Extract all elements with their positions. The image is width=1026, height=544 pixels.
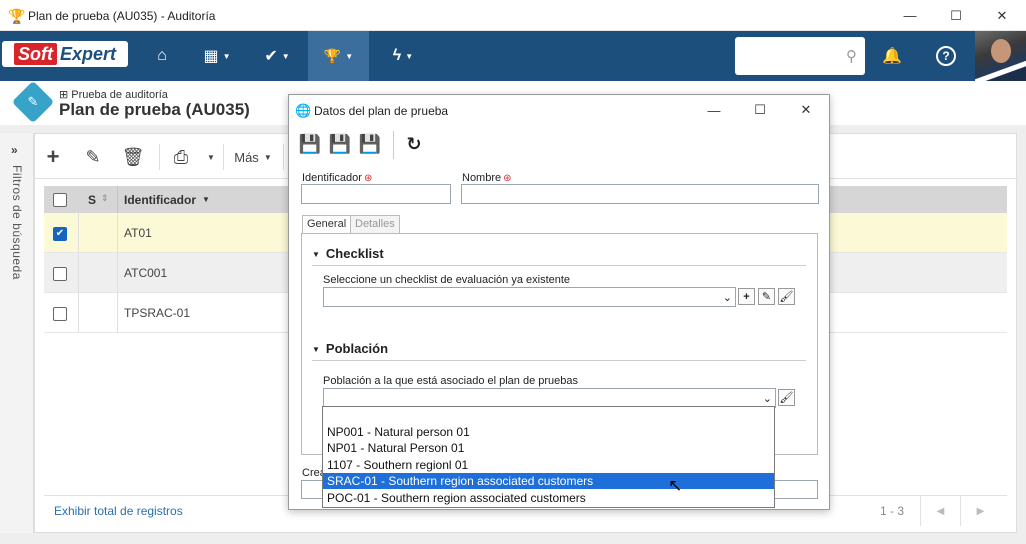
caret-down-icon: ▼ bbox=[263, 152, 272, 162]
page-title: Plan de prueba (AU035) bbox=[59, 100, 250, 119]
nombre-field[interactable] bbox=[461, 184, 819, 204]
trophy-icon: 🏆 bbox=[323, 47, 342, 64]
mouse-cursor-icon: ↖ bbox=[668, 476, 683, 495]
tab-detalles[interactable]: Detalles bbox=[350, 215, 400, 233]
top-navigation: Soft Expert ⌂ ▦ ▼ ✔ ▼ 🏆 ▼ ϟ ▼ ⚲ 🔔 ? bbox=[0, 31, 1026, 81]
dropdown-option[interactable]: NP01 - Natural Person 01 bbox=[323, 440, 774, 456]
row-checkbox[interactable]: ✔ bbox=[53, 227, 67, 241]
sort-desc-icon[interactable]: ▼ bbox=[202, 195, 210, 204]
search-filter-panel[interactable]: » Filtros de búsqueda bbox=[0, 133, 34, 533]
poblacion-section-header[interactable]: ▼ Población bbox=[312, 341, 388, 356]
close-button[interactable]: ✕ bbox=[979, 0, 1025, 31]
next-page-icon[interactable]: ▶ bbox=[960, 496, 1000, 526]
dropdown-option[interactable] bbox=[323, 407, 774, 423]
checklist-select[interactable]: ⌄ bbox=[323, 287, 736, 307]
dialog-title: Datos del plan de prueba bbox=[314, 104, 449, 118]
column-identificador-header[interactable]: Identificador bbox=[124, 193, 196, 207]
caret-down-icon: ▼ bbox=[222, 51, 231, 61]
row-identifier: TPSRAC-01 bbox=[124, 306, 191, 320]
trophy-icon: 🏆 bbox=[8, 8, 26, 24]
logo-soft-text: Soft bbox=[13, 43, 57, 65]
select-all-checkbox[interactable] bbox=[53, 193, 67, 207]
collapse-triangle-icon: ▼ bbox=[312, 250, 320, 260]
window-titlebar: 🏆 Plan de prueba (AU035) - Auditoría — ☐… bbox=[0, 0, 1026, 31]
more-button[interactable]: Más ▼ bbox=[231, 142, 275, 172]
dialog-maximize-button[interactable]: ☐ bbox=[737, 95, 783, 125]
identificador-label: Identificador ⊛ bbox=[302, 172, 373, 184]
home-icon[interactable]: ⌂ bbox=[142, 31, 182, 81]
chevron-down-icon: ⌄ bbox=[722, 292, 732, 304]
add-icon[interactable]: + bbox=[39, 142, 67, 172]
column-s-header[interactable]: S bbox=[88, 193, 96, 207]
check-icon: ✔ bbox=[264, 48, 278, 65]
tab-general[interactable]: General bbox=[302, 215, 352, 234]
help-button[interactable]: ? bbox=[926, 31, 966, 81]
edit-icon[interactable]: ✎ bbox=[79, 142, 107, 172]
poblacion-dropdown-list: NP001 - Natural person 01 NP01 - Natural… bbox=[322, 406, 775, 508]
dropdown-option[interactable]: 1107 - Southern regionl 01 bbox=[323, 457, 774, 473]
help-icon: ? bbox=[936, 46, 956, 66]
caret-down-icon: ▼ bbox=[281, 51, 290, 61]
dropdown-option[interactable]: POC-01 - Southern region associated cust… bbox=[323, 490, 774, 506]
search-icon: ⚲ bbox=[846, 48, 857, 65]
identificador-field[interactable] bbox=[301, 184, 451, 204]
softexpert-logo[interactable]: Soft Expert bbox=[2, 41, 128, 67]
globe-icon: 🌐 bbox=[295, 103, 312, 118]
collapse-triangle-icon: ▼ bbox=[312, 345, 320, 355]
previous-page-icon[interactable]: ◀ bbox=[920, 496, 960, 526]
caret-down-icon: ▼ bbox=[345, 51, 354, 61]
actions-menu[interactable]: ϟ ▼ bbox=[376, 31, 430, 81]
delete-icon[interactable]: 🗑 bbox=[119, 142, 147, 172]
row-identifier: AT01 bbox=[124, 226, 152, 240]
bell-icon[interactable]: 🔔 bbox=[872, 31, 912, 81]
save-icon[interactable]: 💾 bbox=[327, 131, 353, 157]
nombre-label: Nombre ⊛ bbox=[462, 172, 512, 184]
row-checkbox[interactable] bbox=[53, 307, 67, 321]
required-icon: ⊛ bbox=[363, 173, 373, 184]
chevron-down-icon: ⌄ bbox=[762, 393, 772, 405]
dropdown-option-highlighted[interactable]: SRAC-01 - Southern region associated cus… bbox=[323, 473, 774, 489]
filter-panel-label: Filtros de búsqueda bbox=[10, 165, 24, 280]
required-icon: ⊛ bbox=[503, 173, 512, 184]
minimize-button[interactable]: — bbox=[887, 0, 933, 31]
poblacion-select[interactable]: ⌄ bbox=[323, 388, 776, 408]
poblacion-field-label: Población a la que está asociado el plan… bbox=[323, 375, 579, 387]
checklist-section-header[interactable]: ▼ Checklist bbox=[312, 246, 384, 261]
pagination-info: 1 - 3 bbox=[880, 504, 905, 518]
expand-chevron-icon[interactable]: » bbox=[11, 143, 18, 157]
clear-checklist-icon[interactable]: 🖌 bbox=[778, 288, 795, 305]
save-and-new-icon[interactable]: 💾 bbox=[297, 131, 323, 157]
clear-poblacion-icon[interactable]: 🖌 bbox=[778, 389, 795, 406]
row-checkbox[interactable] bbox=[53, 267, 67, 281]
audit-menu[interactable]: 🏆 ▼ bbox=[308, 31, 369, 81]
window-title: Plan de prueba (AU035) - Auditoría bbox=[28, 9, 216, 23]
edit-checklist-icon[interactable]: ✎ bbox=[758, 288, 775, 305]
lightning-icon: ϟ bbox=[392, 47, 402, 64]
maximize-button[interactable]: ☐ bbox=[933, 0, 979, 31]
dropdown-option[interactable]: NP001 - Natural person 01 bbox=[323, 424, 774, 440]
tasks-menu[interactable]: ✔ ▼ bbox=[250, 31, 304, 81]
checklist-field-label: Seleccione un checklist de evaluación ya… bbox=[323, 274, 571, 286]
avatar[interactable] bbox=[975, 31, 1026, 81]
save-and-close-icon[interactable]: 💾 bbox=[357, 131, 383, 157]
dashboard-menu[interactable]: ▦ ▼ bbox=[190, 31, 244, 81]
test-plan-icon: ✎ bbox=[11, 80, 55, 124]
refresh-icon[interactable]: ↻ bbox=[401, 131, 427, 157]
sort-icon[interactable]: ⇕ bbox=[101, 193, 109, 204]
add-checklist-icon[interactable]: + bbox=[738, 288, 755, 305]
row-identifier: ATC001 bbox=[124, 266, 168, 280]
dialog-close-button[interactable]: ✕ bbox=[783, 95, 829, 125]
more-label: Más bbox=[234, 149, 259, 165]
search-input[interactable]: ⚲ bbox=[735, 37, 865, 75]
show-total-records-link[interactable]: Exhibir total de registros bbox=[54, 504, 183, 518]
dashboard-icon: ▦ bbox=[203, 48, 219, 65]
logo-expert-text: Expert bbox=[59, 43, 117, 64]
dialog-titlebar: 🌐 Datos del plan de prueba — ☐ ✕ bbox=[289, 95, 829, 125]
print-dropdown-icon[interactable]: ▼ bbox=[203, 142, 219, 172]
dialog-toolbar: 💾 💾 💾 ↻ bbox=[289, 125, 829, 163]
dialog-minimize-button[interactable]: — bbox=[691, 95, 737, 125]
print-icon[interactable]: ⎙ bbox=[167, 142, 195, 172]
caret-down-icon: ▼ bbox=[405, 51, 414, 61]
